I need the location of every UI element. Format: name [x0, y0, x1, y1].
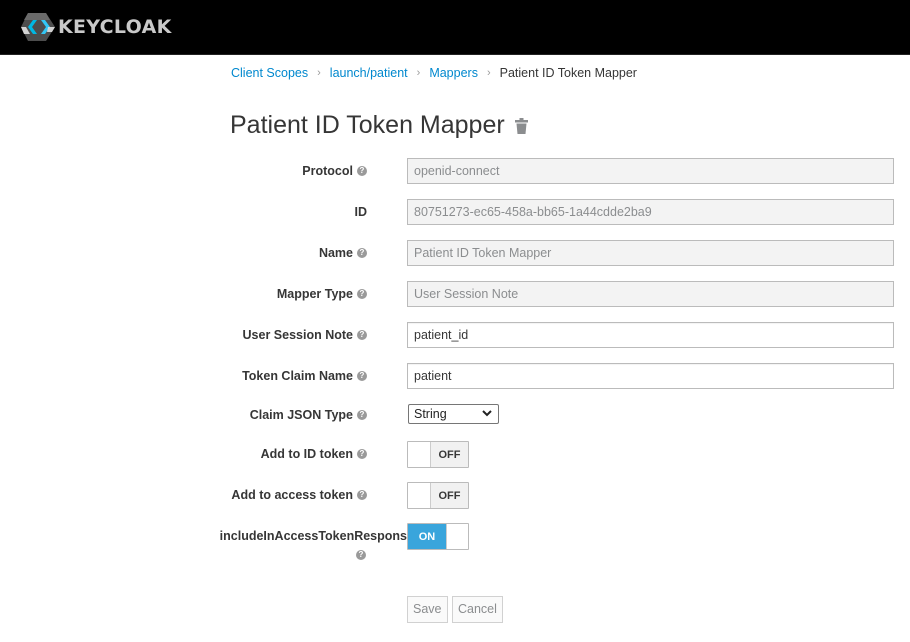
id-field[interactable]: 80751273-ec65-458a-bb65-1a44cdde2ba9 [407, 199, 894, 225]
user-session-note-label: User Session Note ? [243, 328, 367, 342]
token-claim-name-label-text: Token Claim Name [242, 369, 353, 383]
chevron-down-icon [482, 406, 492, 427]
breadcrumb-separator: › [486, 67, 491, 79]
breadcrumb-mappers[interactable]: Mappers [429, 66, 478, 80]
add-to-id-token-toggle[interactable]: OFF [407, 441, 469, 468]
user-session-note-label-text: User Session Note [242, 328, 353, 342]
top-bar: KEYCLOAK [0, 0, 910, 55]
name-field[interactable]: Patient ID Token Mapper [407, 240, 894, 266]
include-in-access-token-response-label-text: includeInAccessTokenRespons [219, 529, 407, 543]
breadcrumb: Client Scopes › launch/patient › Mappers… [231, 66, 637, 80]
user-session-note-row: User Session Note ? patient_id [0, 322, 910, 350]
name-label-text: Name [318, 246, 353, 260]
delete-mapper-button[interactable] [514, 112, 528, 141]
page-title: Patient ID Token Mapper [230, 111, 505, 139]
toggle-knob [408, 442, 431, 467]
breadcrumb-separator: › [416, 67, 421, 79]
mapper-type-field[interactable]: User Session Note [407, 281, 894, 307]
help-icon[interactable]: ? [357, 289, 367, 299]
id-label-text: ID [354, 205, 368, 219]
toggle-knob [408, 483, 431, 508]
add-to-access-token-label: Add to access token ? [231, 488, 367, 502]
user-session-note-input[interactable]: patient_id [407, 322, 894, 348]
help-icon[interactable]: ? [357, 166, 367, 176]
breadcrumb-current: Patient ID Token Mapper [499, 66, 637, 80]
help-icon[interactable]: ? [357, 449, 367, 459]
token-claim-name-label: Token Claim Name ? [242, 369, 367, 383]
help-icon[interactable]: ? [357, 248, 367, 258]
token-claim-name-input[interactable]: patient [407, 363, 894, 389]
add-to-access-token-toggle[interactable]: OFF [407, 482, 469, 509]
include-in-access-token-response-label: includeInAccessTokenRespons ? [220, 529, 407, 560]
page-header: Patient ID Token Mapper [230, 110, 528, 141]
trash-icon [514, 118, 528, 134]
protocol-label: Protocol ? [302, 164, 367, 178]
help-icon[interactable]: ? [357, 330, 367, 340]
add-to-id-token-row: Add to ID token ? OFF [0, 441, 910, 469]
protocol-label-text: Protocol [302, 164, 353, 178]
protocol-field[interactable]: openid-connect [407, 158, 894, 184]
help-icon[interactable]: ? [357, 490, 367, 500]
help-icon[interactable]: ? [356, 550, 366, 560]
add-to-id-token-label-text: Add to ID token [260, 447, 353, 461]
name-label: Name ? [319, 246, 367, 260]
cancel-button[interactable]: Cancel [452, 596, 503, 623]
toggle-knob [446, 524, 468, 549]
toggle-state: OFF [431, 442, 468, 467]
add-to-id-token-label: Add to ID token ? [261, 447, 367, 461]
claim-json-type-selected: String [414, 407, 447, 421]
toggle-state: ON [408, 524, 446, 549]
save-button[interactable]: Save [407, 596, 448, 623]
brand-name: KEYCLOAK [58, 16, 172, 38]
mapper-type-label-text: Mapper Type [276, 287, 353, 301]
claim-json-type-row: Claim JSON Type ? String [0, 404, 910, 432]
mapper-type-row: Mapper Type ? User Session Note [0, 281, 910, 309]
protocol-row: Protocol ? openid-connect [0, 158, 910, 186]
claim-json-type-label: Claim JSON Type ? [250, 408, 367, 422]
add-to-access-token-row: Add to access token ? OFF [0, 482, 910, 510]
help-icon[interactable]: ? [357, 371, 367, 381]
claim-json-type-label-text: Claim JSON Type [249, 408, 353, 422]
breadcrumb-launch-patient[interactable]: launch/patient [330, 66, 408, 80]
name-row: Name ? Patient ID Token Mapper [0, 240, 910, 268]
keycloak-logo[interactable]: KEYCLOAK [20, 12, 172, 42]
mapper-type-label: Mapper Type ? [277, 287, 367, 301]
breadcrumb-separator: › [317, 67, 321, 79]
help-icon[interactable]: ? [357, 410, 367, 420]
claim-json-type-select[interactable]: String [408, 404, 499, 424]
include-in-access-token-response-row: includeInAccessTokenRespons ? ON [0, 523, 910, 568]
keycloak-logo-icon [21, 13, 55, 41]
token-claim-name-row: Token Claim Name ? patient [0, 363, 910, 391]
id-row: ID 80751273-ec65-458a-bb65-1a44cdde2ba9 [0, 199, 910, 227]
toggle-state: OFF [431, 483, 468, 508]
add-to-access-token-label-text: Add to access token [231, 488, 353, 502]
breadcrumb-client-scopes[interactable]: Client Scopes [231, 66, 308, 80]
include-in-access-token-response-toggle[interactable]: ON [407, 523, 469, 550]
id-label: ID [355, 205, 368, 219]
